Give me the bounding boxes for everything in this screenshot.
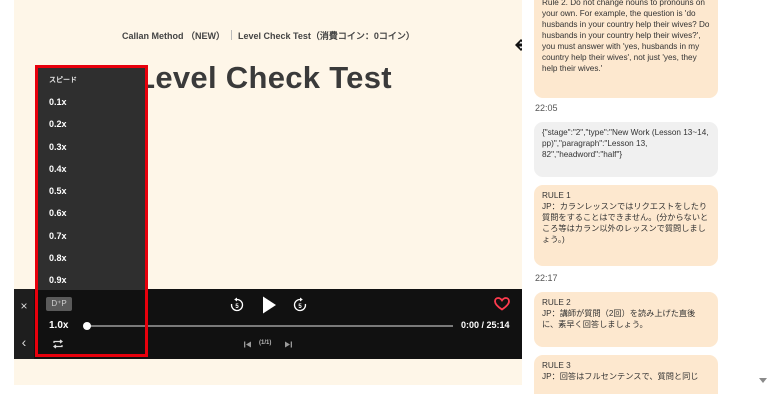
time-total: 25:14 [486, 320, 510, 330]
speed-option[interactable]: 0.9x [49, 275, 67, 285]
progress-track[interactable] [87, 325, 453, 327]
rule-text: JP：カランレッスンではリクエストをしたり質問をすることはできません。(分からな… [542, 202, 709, 244]
progress-handle[interactable] [83, 322, 91, 330]
scroll-down-icon[interactable] [758, 372, 768, 383]
rule-text: JP：講師が質問（2回）を読み上げた直後に、素早く回答しましょう。 [542, 309, 696, 329]
speed-menu-heading: スピード [49, 77, 77, 84]
speed-option[interactable]: 0.4x [49, 164, 67, 174]
player-side-strip: × ‹ [14, 289, 34, 359]
replay-5-icon[interactable]: 5 [229, 297, 245, 313]
speed-option[interactable]: 0.5x [49, 186, 67, 196]
time-separator: / [479, 320, 487, 330]
chat-message-rule: RULE 2 JP：講師が質問（2回）を読み上げた直後に、素早く回答しましょう。 [534, 292, 718, 347]
breadcrumb-lesson: Level Check Test（消費コイン：0コイン） [238, 31, 415, 41]
heart-icon[interactable] [494, 297, 510, 311]
chat-message-rule: RULE 1 JP：カランレッスンではリクエストをしたり質問をすることはできませ… [534, 185, 718, 266]
rule-title: RULE 3 [542, 361, 571, 370]
forward-5-icon[interactable]: 5 [292, 297, 308, 313]
chat-message: Rule 2. Do not change nouns to pronouns … [534, 0, 718, 98]
chat-timestamp: 22:05 [535, 103, 558, 113]
breadcrumb-separator [231, 30, 232, 40]
speed-option[interactable]: 0.2x [49, 119, 67, 129]
repeat-icon[interactable] [52, 338, 64, 350]
rule-title: RULE 2 [542, 298, 571, 307]
chat-message: {"stage":"2","type":"New Work (Lesson 13… [534, 122, 718, 177]
time-current: 0:00 [461, 320, 480, 330]
close-icon[interactable]: × [14, 296, 34, 316]
chapter-indicator: (1/1) [259, 340, 272, 346]
play-icon[interactable] [260, 295, 278, 315]
chat-timestamp: 22:17 [535, 273, 558, 283]
speed-option[interactable]: 0.1x [49, 97, 67, 107]
next-track-icon[interactable] [284, 340, 293, 349]
svg-text:5: 5 [298, 304, 302, 310]
speed-option[interactable]: 0.6x [49, 208, 67, 218]
speed-option[interactable]: 0.7x [49, 231, 67, 241]
pip-icon[interactable]: D⁺P [46, 297, 72, 311]
rule-title: RULE 1 [542, 191, 571, 200]
rule-text: JP：回答はフルセンテンスで、質問と同じ [542, 372, 699, 381]
chevron-left-icon[interactable]: ‹ [14, 332, 34, 352]
chat-message-rule: RULE 3 JP：回答はフルセンテンスで、質問と同じ [534, 355, 718, 394]
breadcrumb: Callan Method （NEW） Level Check Test（消費コイ… [122, 29, 415, 42]
video-player-controls: × ‹ D⁺P 5 5 1.0x 0:00 / 25:14 (1/1) [14, 289, 522, 359]
previous-track-icon[interactable] [243, 340, 252, 349]
playback-speed-button[interactable]: 1.0x [49, 320, 68, 331]
speed-option[interactable]: 0.8x [49, 253, 67, 263]
speed-option[interactable]: 0.3x [49, 142, 67, 152]
speed-menu: スピード 0.1x 0.2x 0.3x 0.4x 0.5x 0.6x 0.7x … [37, 67, 146, 290]
svg-text:5: 5 [235, 304, 239, 310]
page: Callan Method （NEW） Level Check Test（消費コイ… [0, 0, 780, 394]
time-display: 0:00 / 25:14 [461, 320, 510, 330]
chat-panel: Rule 2. Do not change nouns to pronouns … [522, 0, 756, 394]
breadcrumb-course[interactable]: Callan Method （NEW） [122, 31, 225, 41]
